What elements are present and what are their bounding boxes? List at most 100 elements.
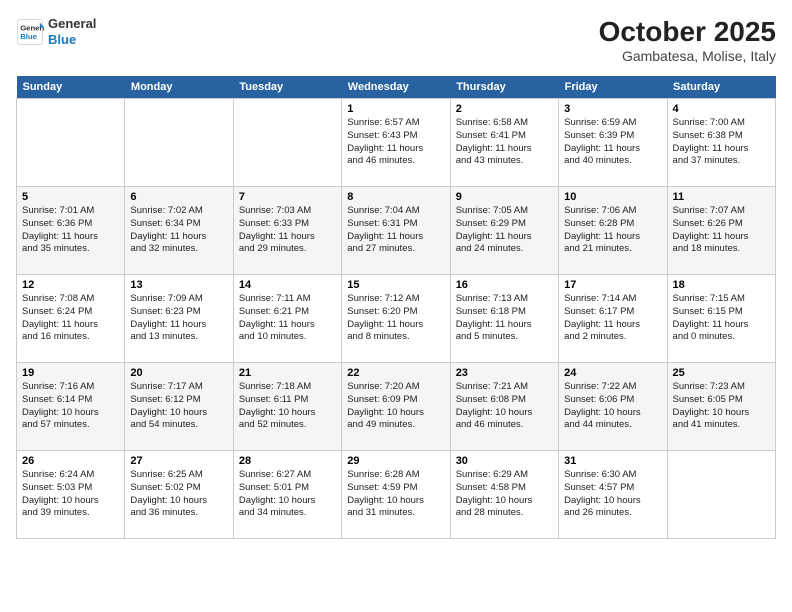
day-number: 27 bbox=[130, 455, 227, 467]
day-cell: 28Sunrise: 6:27 AMSunset: 5:01 PMDayligh… bbox=[233, 451, 341, 539]
day-number: 1 bbox=[347, 103, 444, 115]
day-cell bbox=[17, 99, 125, 187]
day-info: Sunrise: 7:07 AMSunset: 6:26 PMDaylight:… bbox=[673, 205, 770, 256]
logo-icon: General Blue bbox=[16, 18, 44, 46]
day-info: Sunrise: 6:59 AMSunset: 6:39 PMDaylight:… bbox=[564, 117, 661, 168]
day-cell bbox=[125, 99, 233, 187]
day-info: Sunrise: 7:04 AMSunset: 6:31 PMDaylight:… bbox=[347, 205, 444, 256]
day-number: 12 bbox=[22, 279, 119, 291]
week-row-5: 26 Sunrise: 6:24 AMSunset: 5:03 PMDayligh… bbox=[17, 451, 776, 539]
day-cell: 19 Sunrise: 7:16 AMSunset: 6:14 PMDayligh… bbox=[17, 363, 125, 451]
day-cell: 31 Sunrise: 6:30 AMSunset: 4:57 PMDayligh… bbox=[559, 451, 667, 539]
day-number: 21 bbox=[239, 367, 336, 379]
day-number: 5 bbox=[22, 191, 119, 203]
day-cell bbox=[233, 99, 341, 187]
calendar-table: SundayMondayTuesdayWednesdayThursdayFrid… bbox=[16, 76, 776, 539]
day-info: Sunrise: 7:13 AMSunset: 6:18 PMDaylight:… bbox=[456, 293, 553, 344]
header-monday: Monday bbox=[125, 76, 233, 99]
day-number: 31 bbox=[564, 455, 661, 467]
day-cell: 30 Sunrise: 6:29 AMSunset: 4:58 PMDayligh… bbox=[450, 451, 558, 539]
day-number: 2 bbox=[456, 103, 553, 115]
header-wednesday: Wednesday bbox=[342, 76, 450, 99]
header-thursday: Thursday bbox=[450, 76, 558, 99]
day-info: Sunrise: 7:22 AMSunset: 6:06 PMDaylight:… bbox=[564, 381, 661, 432]
day-info: Sunrise: 7:08 AMSunset: 6:24 PMDaylight:… bbox=[22, 293, 119, 344]
day-info: Sunrise: 7:18 AMSunset: 6:11 PMDaylight:… bbox=[239, 381, 336, 432]
day-cell bbox=[667, 451, 775, 539]
day-cell: 1 Sunrise: 6:57 AMSunset: 6:43 PMDaylight… bbox=[342, 99, 450, 187]
week-row-2: 5 Sunrise: 7:01 AMSunset: 6:36 PMDaylight… bbox=[17, 187, 776, 275]
day-number: 7 bbox=[239, 191, 336, 203]
title-block: October 2025 Gambatesa, Molise, Italy bbox=[599, 16, 776, 64]
day-number: 15 bbox=[347, 279, 444, 291]
day-info: Sunrise: 7:14 AMSunset: 6:17 PMDaylight:… bbox=[564, 293, 661, 344]
day-cell: 14Sunrise: 7:11 AMSunset: 6:21 PMDayligh… bbox=[233, 275, 341, 363]
day-cell: 23Sunrise: 7:21 AMSunset: 6:08 PMDayligh… bbox=[450, 363, 558, 451]
day-cell: 4Sunrise: 7:00 AMSunset: 6:38 PMDaylight… bbox=[667, 99, 775, 187]
day-info: Sunrise: 7:05 AMSunset: 6:29 PMDaylight:… bbox=[456, 205, 553, 256]
day-number: 30 bbox=[456, 455, 553, 467]
day-cell: 11 Sunrise: 7:07 AMSunset: 6:26 PMDayligh… bbox=[667, 187, 775, 275]
day-info: Sunrise: 6:57 AMSunset: 6:43 PMDaylight:… bbox=[347, 117, 444, 168]
day-info: Sunrise: 6:58 AMSunset: 6:41 PMDaylight:… bbox=[456, 117, 553, 168]
day-number: 18 bbox=[673, 279, 770, 291]
day-info: Sunrise: 7:21 AMSunset: 6:08 PMDaylight:… bbox=[456, 381, 553, 432]
day-header-row: SundayMondayTuesdayWednesdayThursdayFrid… bbox=[17, 76, 776, 99]
day-number: 25 bbox=[673, 367, 770, 379]
week-row-1: 1 Sunrise: 6:57 AMSunset: 6:43 PMDaylight… bbox=[17, 99, 776, 187]
day-cell: 27 Sunrise: 6:25 AMSunset: 5:02 PMDayligh… bbox=[125, 451, 233, 539]
day-info: Sunrise: 7:09 AMSunset: 6:23 PMDaylight:… bbox=[130, 293, 227, 344]
day-cell: 25 Sunrise: 7:23 AMSunset: 6:05 PMDayligh… bbox=[667, 363, 775, 451]
day-number: 11 bbox=[673, 191, 770, 203]
day-info: Sunrise: 7:06 AMSunset: 6:28 PMDaylight:… bbox=[564, 205, 661, 256]
day-number: 16 bbox=[456, 279, 553, 291]
day-number: 19 bbox=[22, 367, 119, 379]
day-number: 22 bbox=[347, 367, 444, 379]
day-cell: 8 Sunrise: 7:04 AMSunset: 6:31 PMDaylight… bbox=[342, 187, 450, 275]
day-cell: 29Sunrise: 6:28 AMSunset: 4:59 PMDayligh… bbox=[342, 451, 450, 539]
page-header: General Blue General Blue October 2025 G… bbox=[16, 16, 776, 64]
day-info: Sunrise: 6:30 AMSunset: 4:57 PMDaylight:… bbox=[564, 469, 661, 520]
day-cell: 22Sunrise: 7:20 AMSunset: 6:09 PMDayligh… bbox=[342, 363, 450, 451]
day-cell: 26 Sunrise: 6:24 AMSunset: 5:03 PMDayligh… bbox=[17, 451, 125, 539]
day-info: Sunrise: 7:12 AMSunset: 6:20 PMDaylight:… bbox=[347, 293, 444, 344]
day-number: 8 bbox=[347, 191, 444, 203]
day-info: Sunrise: 6:28 AMSunset: 4:59 PMDaylight:… bbox=[347, 469, 444, 520]
day-info: Sunrise: 6:29 AMSunset: 4:58 PMDaylight:… bbox=[456, 469, 553, 520]
day-number: 26 bbox=[22, 455, 119, 467]
day-number: 14 bbox=[239, 279, 336, 291]
day-info: Sunrise: 7:17 AMSunset: 6:12 PMDaylight:… bbox=[130, 381, 227, 432]
day-cell: 12 Sunrise: 7:08 AMSunset: 6:24 PMDayligh… bbox=[17, 275, 125, 363]
calendar-title: October 2025 bbox=[599, 16, 776, 48]
day-cell: 17 Sunrise: 7:14 AMSunset: 6:17 PMDayligh… bbox=[559, 275, 667, 363]
day-cell: 13 Sunrise: 7:09 AMSunset: 6:23 PMDayligh… bbox=[125, 275, 233, 363]
day-number: 3 bbox=[564, 103, 661, 115]
day-cell: 10 Sunrise: 7:06 AMSunset: 6:28 PMDayligh… bbox=[559, 187, 667, 275]
day-info: Sunrise: 6:25 AMSunset: 5:02 PMDaylight:… bbox=[130, 469, 227, 520]
week-row-4: 19 Sunrise: 7:16 AMSunset: 6:14 PMDayligh… bbox=[17, 363, 776, 451]
svg-text:Blue: Blue bbox=[20, 32, 37, 41]
day-number: 6 bbox=[130, 191, 227, 203]
day-info: Sunrise: 7:01 AMSunset: 6:36 PMDaylight:… bbox=[22, 205, 119, 256]
day-cell: 20Sunrise: 7:17 AMSunset: 6:12 PMDayligh… bbox=[125, 363, 233, 451]
day-cell: 6Sunrise: 7:02 AMSunset: 6:34 PMDaylight… bbox=[125, 187, 233, 275]
day-number: 4 bbox=[673, 103, 770, 115]
day-number: 24 bbox=[564, 367, 661, 379]
logo: General Blue General Blue bbox=[16, 16, 96, 47]
day-number: 10 bbox=[564, 191, 661, 203]
header-friday: Friday bbox=[559, 76, 667, 99]
day-info: Sunrise: 7:16 AMSunset: 6:14 PMDaylight:… bbox=[22, 381, 119, 432]
logo-line2: Blue bbox=[48, 32, 96, 48]
day-info: Sunrise: 7:23 AMSunset: 6:05 PMDaylight:… bbox=[673, 381, 770, 432]
day-cell: 9Sunrise: 7:05 AMSunset: 6:29 PMDaylight… bbox=[450, 187, 558, 275]
day-number: 13 bbox=[130, 279, 227, 291]
day-info: Sunrise: 6:24 AMSunset: 5:03 PMDaylight:… bbox=[22, 469, 119, 520]
day-cell: 16 Sunrise: 7:13 AMSunset: 6:18 PMDayligh… bbox=[450, 275, 558, 363]
week-row-3: 12 Sunrise: 7:08 AMSunset: 6:24 PMDayligh… bbox=[17, 275, 776, 363]
header-sunday: Sunday bbox=[17, 76, 125, 99]
day-cell: 18Sunrise: 7:15 AMSunset: 6:15 PMDayligh… bbox=[667, 275, 775, 363]
day-info: Sunrise: 7:03 AMSunset: 6:33 PMDaylight:… bbox=[239, 205, 336, 256]
day-number: 28 bbox=[239, 455, 336, 467]
day-number: 17 bbox=[564, 279, 661, 291]
day-cell: 24 Sunrise: 7:22 AMSunset: 6:06 PMDayligh… bbox=[559, 363, 667, 451]
